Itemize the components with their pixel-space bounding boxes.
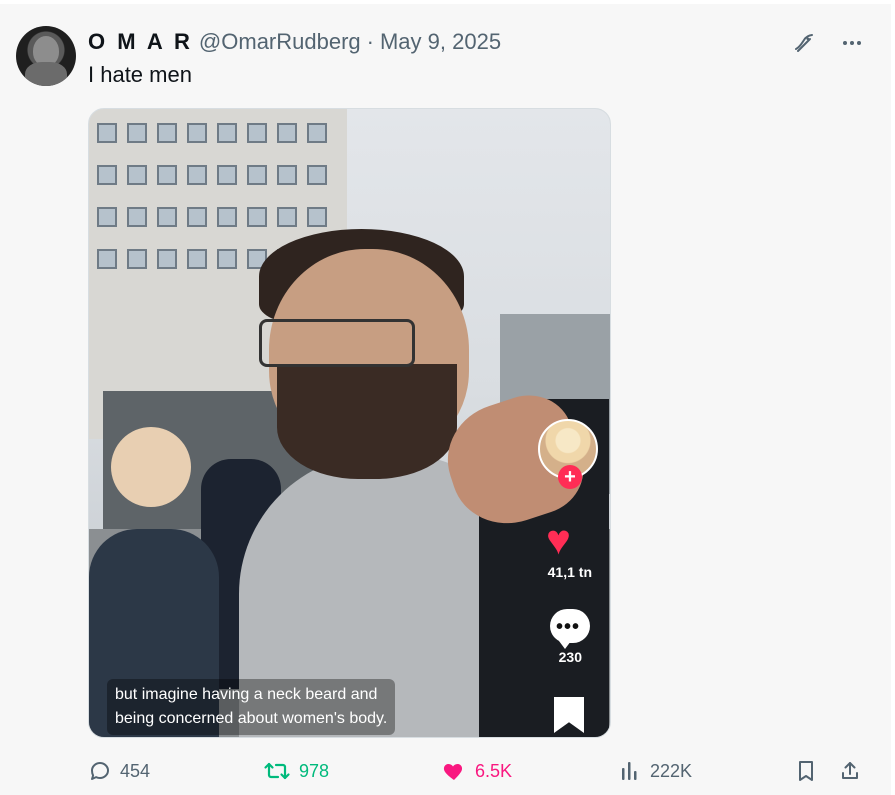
subtitle-line-1: but imagine having a neck beard and <box>115 686 378 703</box>
header-separator: · <box>366 29 374 54</box>
video-subtitle: but imagine having a neck beard and bein… <box>107 679 396 735</box>
tweet-actions: 454 978 6.5K 222K <box>88 759 868 789</box>
avatar[interactable] <box>16 26 76 86</box>
tiktok-heart-icon[interactable]: ♥ <box>546 519 588 561</box>
views-button[interactable]: 222K <box>620 759 692 783</box>
more-icon[interactable] <box>837 28 867 58</box>
retweet-icon <box>264 762 290 780</box>
tiktok-like-count: 41,1 tn <box>547 564 592 580</box>
tiktok-follow-plus-icon[interactable]: + <box>558 465 582 489</box>
tweet-text: I hate men <box>88 62 192 87</box>
user-handle[interactable]: @OmarRudberg <box>199 29 361 55</box>
retweet-count: 978 <box>299 760 330 781</box>
top-actions <box>789 28 867 58</box>
reply-icon <box>91 762 109 780</box>
tweet-date[interactable]: May 9, 2025 <box>380 29 501 55</box>
views-count: 222K <box>650 760 693 781</box>
display-name[interactable]: O M A R <box>88 29 193 55</box>
left-person-head <box>111 427 191 507</box>
tiktok-comment-count: 230 <box>558 649 582 665</box>
subtitle-line-2: being concerned about women's body. <box>115 710 388 727</box>
like-button[interactable]: 6.5K <box>441 759 512 783</box>
share-button[interactable] <box>838 759 862 783</box>
reply-count: 454 <box>120 760 151 781</box>
main-person-glasses <box>259 319 415 367</box>
main-person-beard <box>277 364 457 479</box>
grok-icon[interactable] <box>789 28 819 58</box>
tiktok-comment-dots-icon: ••• <box>555 616 580 638</box>
avatar-body <box>25 62 67 86</box>
heart-icon <box>443 764 463 780</box>
like-count: 6.5K <box>475 760 513 781</box>
tweet-media[interactable]: + ♥ 41,1 tn ••• 230 but imagine having a… <box>88 108 611 738</box>
retweet-button[interactable]: 978 <box>263 759 329 783</box>
reply-button[interactable]: 454 <box>88 759 150 783</box>
tweet-card: O M A R @OmarRudberg · May 9, 2025 I hat… <box>0 4 891 795</box>
tweet-header: O M A R @OmarRudberg · May 9, 2025 <box>88 28 501 56</box>
bookmark-button[interactable] <box>794 759 818 783</box>
share-icon <box>842 762 858 779</box>
views-icon <box>622 762 637 780</box>
bookmark-icon <box>799 761 813 781</box>
